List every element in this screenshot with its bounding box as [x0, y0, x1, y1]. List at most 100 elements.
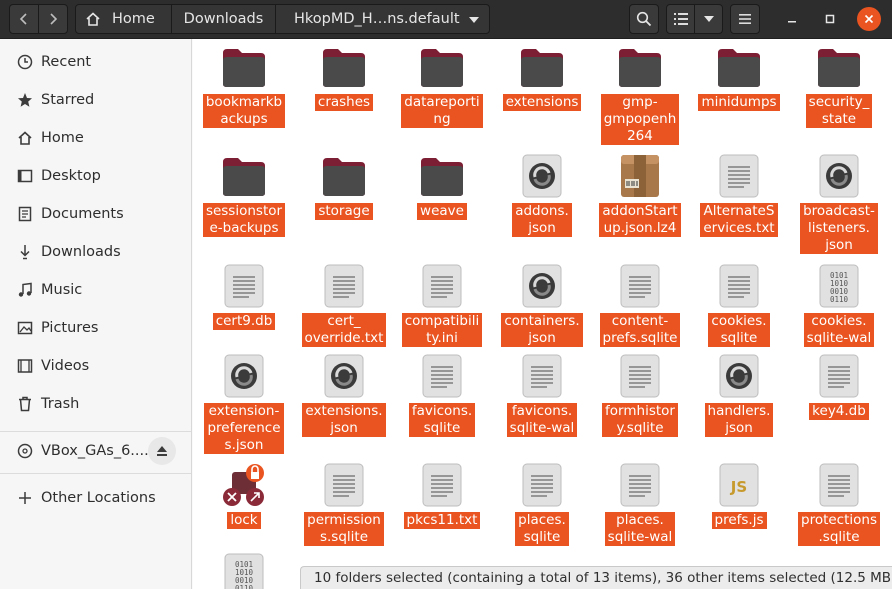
breadcrumb-home-label: Home [112, 11, 155, 27]
file-grid[interactable]: bookmarkb ackups crashes datareporti ng ext… [193, 39, 892, 589]
file-label: favicons. sqlite-wal [495, 403, 589, 437]
text-file-icon [816, 353, 862, 399]
json-file-icon [519, 263, 565, 309]
text-file-icon [519, 353, 565, 399]
file-label-text: storage [315, 203, 373, 220]
file-label-text: protections .sqlite [798, 512, 880, 546]
file-label-text: AlternateS ervices.txt [700, 203, 778, 237]
file-label: cert_ override.txt [297, 313, 391, 347]
file-label-text: datareporti ng [401, 94, 483, 128]
file-label: extensions. json [297, 403, 391, 437]
file-label: addons. json [495, 203, 589, 237]
view-options-button[interactable] [694, 4, 723, 34]
file-label-text: addonStart up.json.lz4 [599, 203, 681, 237]
breadcrumb-downloads[interactable]: Downloads [171, 4, 276, 34]
video-icon [16, 358, 34, 374]
file-label: datareporti ng [395, 94, 489, 128]
sidebar-item-documents[interactable]: Documents [0, 196, 191, 232]
sidebar-item-label: Documents [41, 206, 124, 222]
file-label-text: security_ state [805, 94, 873, 128]
file-label-text: handlers. json [704, 403, 774, 437]
close-button[interactable] [857, 7, 881, 31]
chevron-down-icon [703, 16, 714, 22]
sidebar-item-label: Downloads [41, 244, 121, 260]
chevron-down-icon[interactable] [469, 17, 479, 23]
close-icon [864, 14, 874, 24]
text-file-icon [617, 353, 663, 399]
back-button[interactable] [9, 4, 39, 34]
file-label-text: cert_ override.txt [301, 313, 387, 347]
file-label-text: prefs.js [711, 512, 767, 529]
file-label: cookies. sqlite [692, 313, 786, 347]
sidebar-item-pictures[interactable]: Pictures [0, 310, 191, 346]
forward-button[interactable] [38, 4, 68, 34]
file-label: containers. json [495, 313, 589, 347]
file-label: key4.db [792, 403, 886, 420]
file-label-text: cookies. sqlite-wal [803, 313, 875, 347]
sidebar-item-label: Other Locations [41, 490, 156, 506]
document-icon [16, 206, 34, 222]
file-label-text: favicons. sqlite [408, 403, 476, 437]
file-label: extensions [495, 94, 589, 111]
sidebar-item-downloads[interactable]: Downloads [0, 234, 191, 270]
file-label-text: compatibili ty.ini [401, 313, 483, 347]
file-label-text: containers. json [501, 313, 583, 347]
view-list-button[interactable] [666, 4, 695, 34]
header-bar: Home Downloads HkopMD_H…ns.default [0, 0, 892, 39]
sidebar-item-starred[interactable]: Starred [0, 82, 191, 118]
file-label-text: favicons. sqlite-wal [506, 403, 578, 437]
breadcrumb-home[interactable]: Home [75, 4, 172, 34]
sidebar-separator [0, 431, 191, 432]
svg-text:JS: JS [730, 478, 747, 496]
file-label: places. sqlite-wal [593, 512, 687, 546]
folder-icon [519, 44, 565, 90]
sidebar-separator [0, 473, 191, 474]
file-label: broadcast- listeners. json [792, 203, 886, 254]
search-button[interactable] [629, 4, 659, 34]
file-label-text: addons. json [512, 203, 572, 237]
file-label-text: gmp- gmpopenh 264 [600, 94, 680, 145]
sidebar-item-home[interactable]: Home [0, 120, 191, 156]
eject-button[interactable] [148, 437, 176, 465]
file-label: bookmarkb ackups [197, 94, 291, 128]
text-file-icon [519, 462, 565, 508]
text-file-icon [617, 462, 663, 508]
minimize-button[interactable] [780, 7, 804, 31]
file-label: formhistor y.sqlite [593, 403, 687, 437]
file-label: sessionstor e-backups [197, 203, 291, 237]
file-label-text: minidumps [698, 94, 780, 111]
binary-file-icon: 0101 1010 0010 0110 [816, 263, 862, 309]
sidebar-item-desktop[interactable]: Desktop [0, 158, 191, 194]
file-label: cert9.db [197, 313, 291, 330]
sidebar-item-other-locations[interactable]: Other Locations [0, 480, 191, 516]
sidebar-item-recent[interactable]: Recent [0, 44, 191, 80]
sidebar-item-label: Recent [41, 54, 92, 70]
sidebar-item-videos[interactable]: Videos [0, 348, 191, 384]
folder-icon [321, 153, 367, 199]
text-file-icon [321, 263, 367, 309]
breadcrumb-current-folder[interactable]: HkopMD_H…ns.default [275, 4, 490, 34]
sidebar-item-music[interactable]: Music [0, 272, 191, 308]
maximize-button[interactable] [818, 7, 842, 31]
minimize-icon [788, 21, 796, 23]
sidebar-item-label: Trash [41, 396, 80, 412]
chevron-right-icon [50, 13, 58, 25]
svg-text:0110: 0110 [235, 584, 254, 589]
home-icon [16, 130, 34, 146]
json-file-icon [816, 153, 862, 199]
file-label: extension- preference s.json [197, 403, 291, 454]
file-label-text: lock [227, 512, 261, 529]
file-label-text: places. sqlite [515, 512, 569, 546]
file-label: storage [297, 203, 391, 220]
sidebar-item-trash[interactable]: Trash [0, 386, 191, 422]
sidebar-item-device[interactable]: VBox_GAs_6.... [0, 433, 191, 469]
text-file-icon [321, 462, 367, 508]
sidebar-item-label: Home [41, 130, 84, 146]
json-file-icon [321, 353, 367, 399]
file-label: pkcs11.txt [395, 512, 489, 529]
picture-icon [16, 320, 34, 336]
hamburger-menu-icon [739, 14, 751, 24]
file-label-text: extensions. json [302, 403, 386, 437]
menu-button[interactable] [730, 4, 760, 34]
search-icon [636, 11, 652, 27]
